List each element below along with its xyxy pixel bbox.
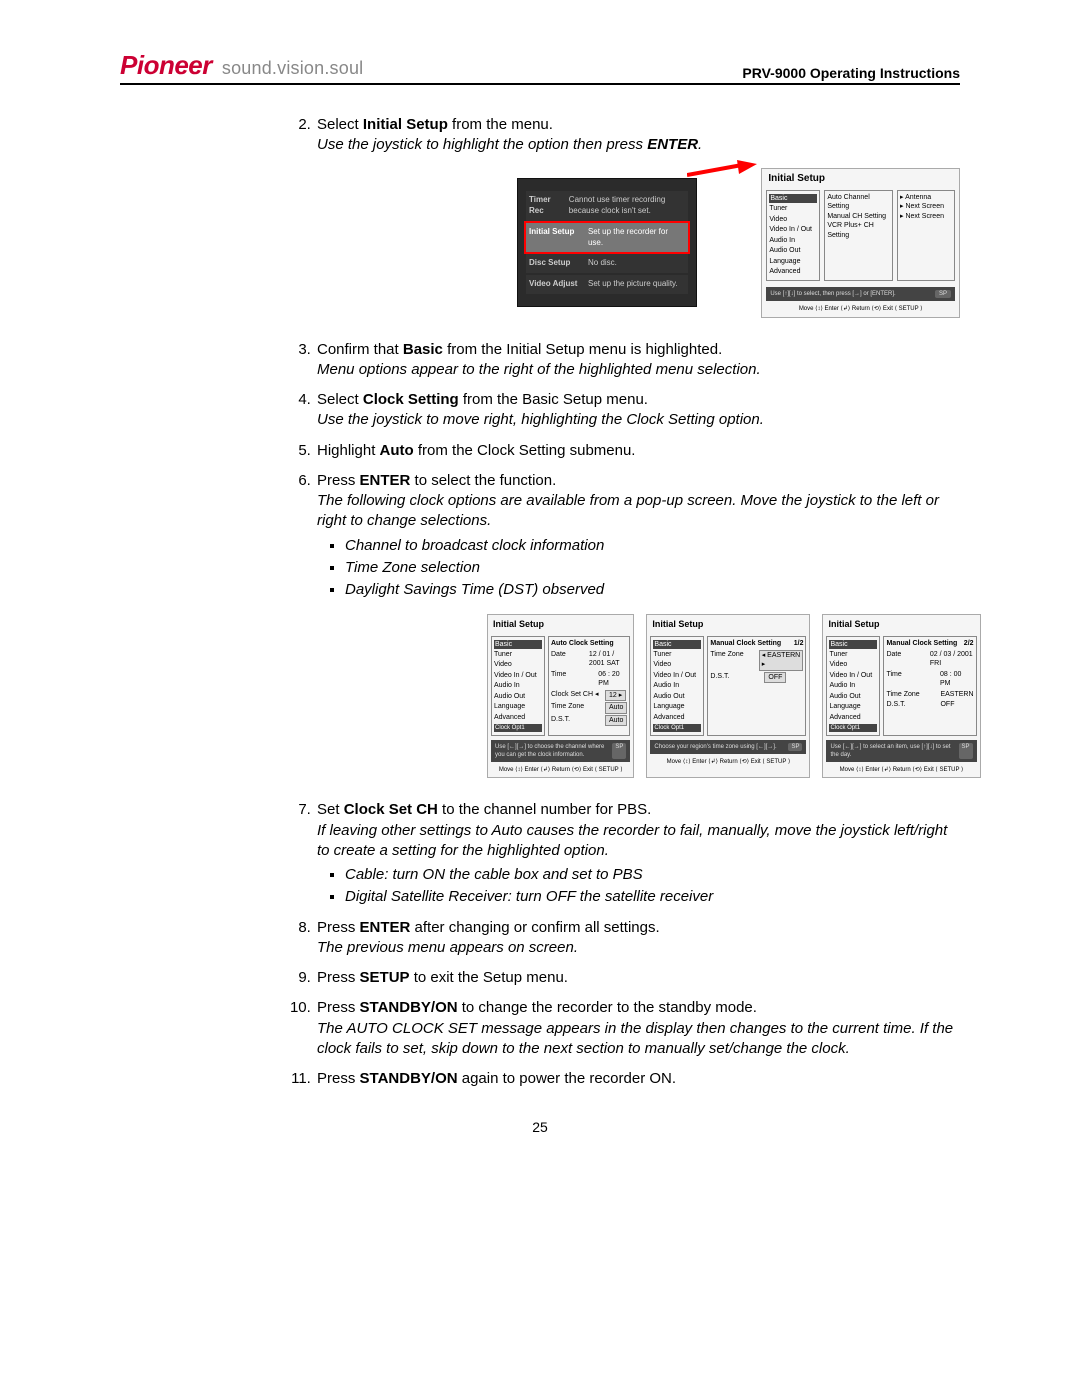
sub-list: Cable: turn ON the cable box and set to …	[345, 865, 960, 908]
brand-logo: Pioneer	[120, 50, 212, 81]
sub-item: Time Zone selection	[345, 558, 960, 578]
sub-item: Channel to broadcast clock information	[345, 536, 960, 556]
sub-item: Digital Satellite Receiver: turn OFF the…	[345, 887, 960, 907]
page-header: Pioneer sound.vision.soul PRV-9000 Opera…	[120, 50, 960, 85]
step-9: Press SETUP to exit the Setup menu.	[315, 968, 960, 988]
step-8: Press ENTER after changing or confirm al…	[315, 918, 960, 959]
screenshot-initial-setup: Initial Setup Basic Tuner Video Video In…	[761, 168, 960, 318]
document-title: PRV-9000 Operating Instructions	[742, 65, 960, 81]
hint-text: Use the joystick to move right, highligh…	[317, 411, 764, 428]
hint-text: If leaving other settings to Auto causes…	[317, 822, 947, 859]
text-bold: Initial Setup	[363, 116, 448, 133]
arrow-icon	[687, 160, 762, 190]
instruction-list: Select Initial Setup from the menu. Use …	[120, 115, 960, 1089]
step-10: Press STANDBY/ON to change the recorder …	[315, 998, 960, 1059]
hint-text: The following clock options are availabl…	[317, 492, 939, 529]
text: from the menu.	[448, 116, 553, 133]
logo-block: Pioneer sound.vision.soul	[120, 50, 363, 81]
step-2: Select Initial Setup from the menu. Use …	[315, 115, 960, 318]
hint-text: The AUTO CLOCK SET message appears in th…	[317, 1020, 953, 1057]
step-6: Press ENTER to select the function. The …	[315, 471, 960, 779]
screenshot-manual-clock-1: Initial Setup BasicTunerVideoVideo In / …	[646, 614, 810, 778]
figure-row-1: Timer RecCannot use timer recording beca…	[517, 168, 960, 318]
hint-text: Menu options appear to the right of the …	[317, 361, 761, 378]
screenshot-manual-clock-2: Initial Setup BasicTunerVideoVideo In / …	[822, 614, 980, 778]
sub-item: Cable: turn ON the cable box and set to …	[345, 865, 960, 885]
step-4: Select Clock Setting from the Basic Setu…	[315, 390, 960, 431]
step-3: Confirm that Basic from the Initial Setu…	[315, 340, 960, 381]
sub-list: Channel to broadcast clock information T…	[345, 536, 960, 601]
step-7: Set Clock Set CH to the channel number f…	[315, 800, 960, 907]
page-number: 25	[120, 1119, 960, 1135]
screenshot-auto-clock: Initial Setup BasicTunerVideoVideo In / …	[487, 614, 634, 778]
sub-item: Daylight Savings Time (DST) observed	[345, 580, 960, 600]
brand-tagline: sound.vision.soul	[222, 58, 364, 79]
step-11: Press STANDBY/ON again to power the reco…	[315, 1069, 960, 1089]
figure-row-2: Initial Setup BasicTunerVideoVideo In / …	[487, 614, 960, 778]
text: Select	[317, 116, 363, 133]
hint-text: Use the joystick to highlight the option…	[317, 136, 702, 153]
step-5: Highlight Auto from the Clock Setting su…	[315, 441, 960, 461]
screenshot-menu-dark: Timer RecCannot use timer recording beca…	[517, 178, 697, 307]
hint-text: The previous menu appears on screen.	[317, 939, 578, 956]
